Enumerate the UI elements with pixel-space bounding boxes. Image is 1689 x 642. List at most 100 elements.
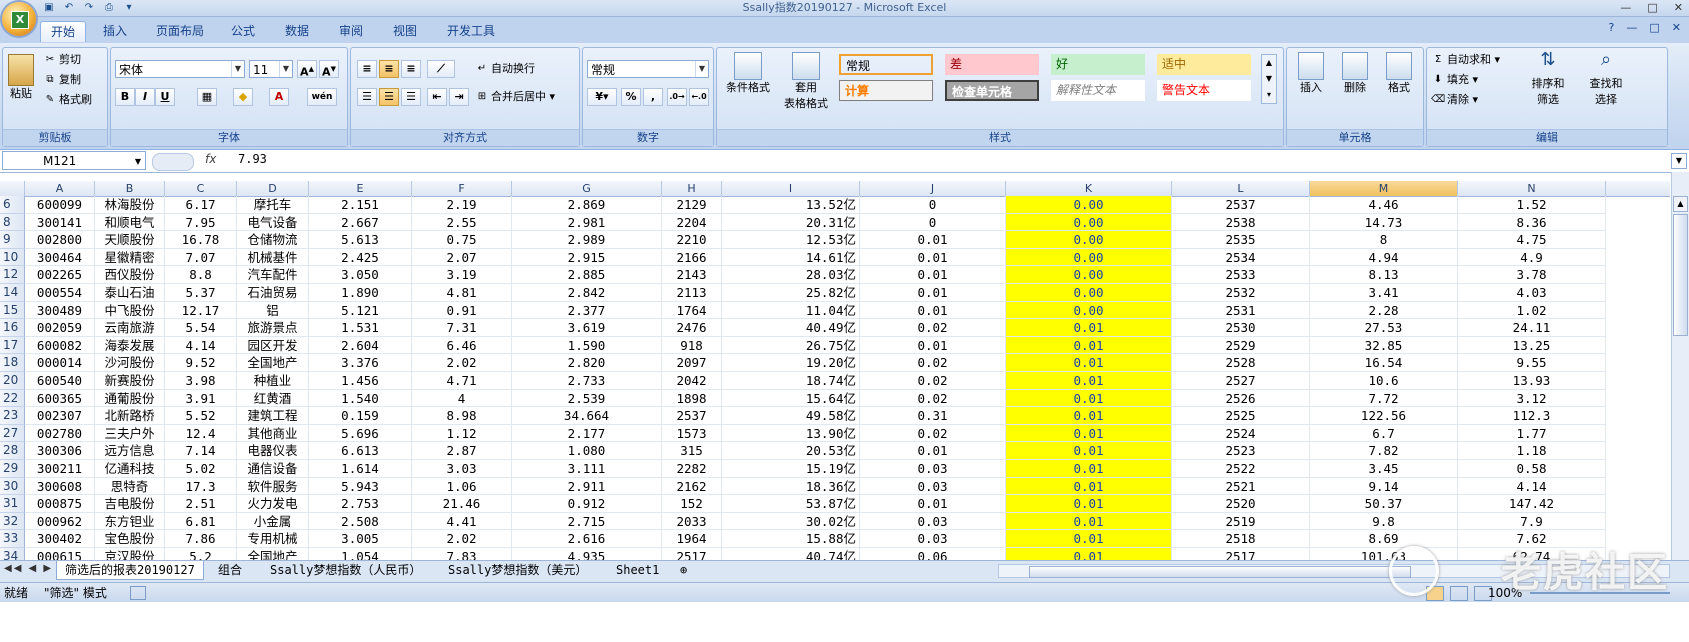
align-center-button[interactable]: ☰ — [379, 88, 399, 106]
cell-c[interactable]: 7.07 — [165, 248, 237, 267]
cell-m[interactable]: 4.94 — [1310, 248, 1458, 267]
cell-l[interactable]: 2518 — [1172, 530, 1310, 548]
row-header[interactable]: 20 — [0, 372, 25, 390]
cell-b[interactable]: 思特奇 — [95, 477, 165, 496]
cell-j[interactable]: 0.03 — [860, 530, 1006, 548]
cell-m[interactable]: 8 — [1310, 231, 1458, 249]
cell-j[interactable]: 0.02 — [860, 354, 1006, 372]
cell-f[interactable]: 2.19 — [412, 196, 512, 214]
cell-b[interactable]: 和顺电气 — [95, 213, 165, 232]
italic-button[interactable]: I — [135, 88, 155, 106]
fill-color-button[interactable]: ◆ — [233, 88, 253, 106]
cell-b[interactable]: 三夫户外 — [95, 424, 165, 443]
cell-d[interactable]: 汽车配件 — [237, 266, 309, 284]
cell-j[interactable]: 0.01 — [860, 301, 1006, 320]
cell-i[interactable]: 13.90亿 — [722, 424, 860, 443]
column-header-m[interactable]: M — [1310, 181, 1458, 196]
cell-k[interactable]: 0.01 — [1006, 512, 1172, 531]
sort-filter-button[interactable]: ⇅ 排序和 筛选 — [1521, 51, 1575, 108]
cell-d[interactable]: 仓储物流 — [237, 231, 309, 249]
cell-d[interactable]: 建筑工程 — [237, 407, 309, 425]
cell-l[interactable]: 2530 — [1172, 319, 1310, 337]
cell-m[interactable]: 50.37 — [1310, 495, 1458, 513]
cell-a[interactable]: 000962 — [25, 512, 95, 531]
cell-f[interactable]: 3.03 — [412, 460, 512, 478]
merge-center-button[interactable]: ⊞ 合并后居中 ▾ — [475, 89, 555, 105]
cell-m[interactable]: 9.14 — [1310, 477, 1458, 496]
sheet-tab-dream-usd[interactable]: Ssally梦想指数（美元） — [440, 561, 595, 579]
cell-g[interactable]: 3.619 — [512, 319, 662, 337]
cell-h[interactable]: 2204 — [662, 213, 722, 232]
select-all-corner[interactable] — [0, 181, 25, 196]
cell-b[interactable]: 宝色股份 — [95, 530, 165, 548]
column-header-h[interactable]: H — [662, 181, 722, 196]
cell-g[interactable]: 2.842 — [512, 284, 662, 302]
cell-j[interactable]: 0.02 — [860, 319, 1006, 337]
cell-e[interactable]: 2.508 — [309, 512, 412, 531]
cell-c[interactable]: 6.81 — [165, 512, 237, 531]
cell-c[interactable]: 16.78 — [165, 231, 237, 249]
cell-m[interactable]: 9.8 — [1310, 512, 1458, 531]
cell-e[interactable]: 0.159 — [309, 407, 412, 425]
insert-cells-button[interactable]: 插入 — [1291, 52, 1331, 96]
cell-h[interactable]: 2210 — [662, 231, 722, 249]
cell-f[interactable]: 2.55 — [412, 213, 512, 232]
shrink-font-button[interactable]: A▼ — [319, 60, 339, 79]
cell-d[interactable]: 小金属 — [237, 512, 309, 531]
cell-j[interactable]: 0.02 — [860, 389, 1006, 408]
cell-e[interactable]: 5.696 — [309, 424, 412, 443]
column-header-g[interactable]: G — [512, 181, 662, 196]
cell-b[interactable]: 星徽精密 — [95, 248, 165, 267]
conditional-format-button[interactable]: 条件格式 — [723, 52, 773, 96]
ribbon-minimize-button[interactable]: — — [1626, 21, 1637, 34]
align-right-button[interactable]: ☰ — [401, 88, 421, 106]
cell-d[interactable]: 机械基件 — [237, 248, 309, 267]
cell-b[interactable]: 北新路桥 — [95, 407, 165, 425]
cell-i[interactable]: 30.02亿 — [722, 512, 860, 531]
comma-button[interactable]: , — [643, 88, 663, 106]
cell-b[interactable]: 泰山石油 — [95, 284, 165, 302]
row-header[interactable]: 16 — [0, 319, 25, 337]
cell-a[interactable]: 600540 — [25, 372, 95, 390]
cell-f[interactable]: 7.31 — [412, 319, 512, 337]
cell-a[interactable]: 002059 — [25, 319, 95, 337]
cell-a[interactable]: 002265 — [25, 266, 95, 284]
cell-c[interactable]: 12.17 — [165, 301, 237, 320]
cell-h[interactable]: 2113 — [662, 284, 722, 302]
column-header-i[interactable]: I — [722, 181, 860, 196]
row-header[interactable]: 32 — [0, 512, 25, 531]
cell-h[interactable]: 2097 — [662, 354, 722, 372]
underline-button[interactable]: U — [155, 88, 175, 106]
delete-cells-button[interactable]: 删除 — [1335, 52, 1375, 96]
cell-b[interactable]: 海泰发展 — [95, 336, 165, 355]
cell-n[interactable]: 13.25 — [1458, 336, 1606, 355]
cell-f[interactable]: 4.71 — [412, 372, 512, 390]
cell-e[interactable]: 5.613 — [309, 231, 412, 249]
find-select-button[interactable]: ⌕ 查找和 选择 — [1579, 51, 1633, 108]
border-button[interactable]: ▦ — [197, 88, 217, 106]
cell-a[interactable]: 000554 — [25, 284, 95, 302]
page-layout-view-icon[interactable] — [1450, 586, 1468, 601]
cell-l[interactable]: 2524 — [1172, 424, 1310, 443]
cell-h[interactable]: 1764 — [662, 301, 722, 320]
cell-j[interactable]: 0 — [860, 213, 1006, 232]
cell-j[interactable]: 0.02 — [860, 372, 1006, 390]
cell-l[interactable]: 2533 — [1172, 266, 1310, 284]
cell-b[interactable]: 亿通科技 — [95, 460, 165, 478]
cell-a[interactable]: 000875 — [25, 495, 95, 513]
cell-i[interactable]: 20.31亿 — [722, 213, 860, 232]
align-left-button[interactable]: ☰ — [357, 88, 377, 106]
number-format-select[interactable]: 常规 ▼ — [587, 60, 709, 78]
cell-g[interactable]: 2.820 — [512, 354, 662, 372]
cell-a[interactable]: 600099 — [25, 196, 95, 214]
cell-d[interactable]: 铝 — [237, 301, 309, 320]
cell-b[interactable]: 新赛股份 — [95, 372, 165, 390]
cell-l[interactable]: 2537 — [1172, 196, 1310, 214]
cell-n[interactable]: 4.03 — [1458, 284, 1606, 302]
decrease-indent-button[interactable]: ⇤ — [427, 88, 447, 106]
cell-f[interactable]: 0.75 — [412, 231, 512, 249]
row-header[interactable]: 33 — [0, 530, 25, 548]
insert-sheet-icon[interactable]: ⊕ — [672, 561, 695, 579]
cell-k[interactable]: 0.01 — [1006, 495, 1172, 513]
cell-a[interactable]: 300211 — [25, 460, 95, 478]
